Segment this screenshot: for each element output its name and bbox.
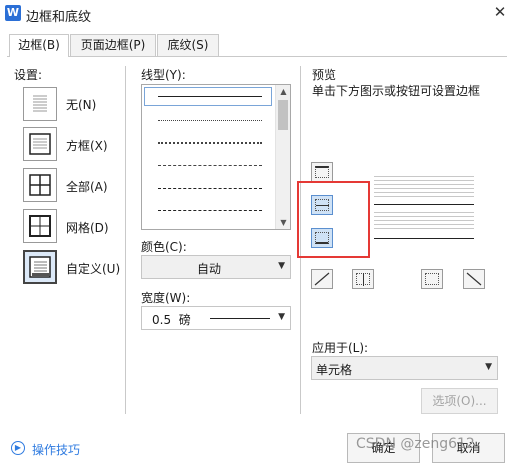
preview-text-line — [374, 192, 474, 193]
preview-text-line — [374, 188, 474, 189]
setting-custom-icon — [29, 256, 51, 278]
setting-none-button[interactable] — [23, 87, 57, 121]
setting-box-label: 方框(X) — [66, 139, 108, 153]
border-left-button[interactable] — [352, 269, 374, 289]
line-style-scrollbar[interactable]: ▲ ▼ — [275, 85, 290, 229]
scroll-up-icon[interactable]: ▲ — [276, 87, 290, 96]
preview-text-line — [374, 180, 474, 181]
preview-text-line — [374, 196, 474, 197]
window-title: 边框和底纹 — [26, 10, 92, 25]
preview-text-line — [374, 184, 474, 185]
line-style-solid[interactable] — [158, 96, 262, 97]
preview-border-line — [374, 204, 474, 205]
play-icon[interactable]: ▶ — [11, 441, 25, 455]
line-style-label: 线型(Y): — [141, 68, 186, 82]
setting-box-button[interactable] — [23, 127, 57, 161]
preview-text-line — [374, 212, 474, 213]
setting-none-icon — [33, 95, 47, 112]
scroll-down-icon[interactable]: ▼ — [276, 218, 290, 227]
chevron-down-icon: ▼ — [278, 312, 285, 322]
width-dropdown[interactable]: 0.5 磅 ▼ — [141, 306, 291, 330]
apply-to-value: 单元格 — [316, 363, 353, 377]
close-icon[interactable]: ✕ — [490, 2, 510, 22]
scroll-thumb[interactable] — [278, 100, 288, 130]
setting-grid-icon — [29, 215, 51, 237]
preview-text-line — [374, 228, 474, 229]
border-top-icon — [315, 166, 329, 178]
diagonal-down-icon — [466, 272, 482, 286]
apply-to-dropdown[interactable]: 单元格 ▼ — [311, 356, 498, 380]
border-top-button[interactable] — [311, 162, 333, 182]
diagonal-up-icon — [314, 272, 330, 286]
color-label: 颜色(C): — [141, 240, 187, 254]
chevron-down-icon: ▼ — [278, 261, 285, 271]
setting-custom-label: 自定义(U) — [66, 262, 121, 276]
tab-label: 底纹(S) — [167, 38, 209, 52]
border-diagonal-up-button[interactable] — [311, 269, 333, 289]
border-right-icon — [425, 273, 439, 285]
options-button[interactable]: 选项(O)... — [421, 388, 498, 414]
tab-borders[interactable]: 边框(B) — [9, 34, 69, 57]
border-inside-vertical-mark — [363, 273, 364, 286]
border-right-button[interactable] — [421, 269, 443, 289]
preview-label: 预览 — [312, 68, 337, 82]
color-value: 自动 — [196, 262, 221, 276]
line-style-dotted[interactable] — [158, 142, 262, 144]
tab-label: 页面边框(P) — [80, 38, 146, 52]
setting-all-label: 全部(A) — [66, 180, 108, 194]
setting-all-icon — [29, 174, 51, 196]
settings-label: 设置: — [14, 68, 43, 82]
line-style-dash-dot[interactable] — [158, 210, 262, 211]
preview-area[interactable] — [374, 172, 474, 244]
line-style-dashed[interactable] — [158, 188, 262, 189]
color-dropdown[interactable]: 自动 ▼ — [141, 255, 291, 279]
preview-text-line — [374, 176, 474, 177]
watermark: CSDN @zeng612 — [356, 436, 475, 452]
apply-to-label: 应用于(L): — [312, 341, 369, 355]
setting-grid-label: 网格(D) — [66, 221, 109, 235]
width-label: 宽度(W): — [141, 291, 191, 305]
border-diagonal-down-button[interactable] — [463, 269, 485, 289]
preview-hint: 单击下方图示或按钮可设置边框 — [312, 84, 481, 98]
width-line-sample — [210, 318, 270, 319]
wps-writer-icon: W — [5, 5, 21, 21]
width-value: 0.5 磅 — [152, 313, 191, 327]
setting-custom-button[interactable] — [23, 250, 57, 284]
preview-text-line — [374, 216, 474, 217]
tab-shading[interactable]: 底纹(S) — [157, 34, 219, 56]
setting-box-icon — [29, 133, 51, 155]
preview-text-line — [374, 224, 474, 225]
line-style-dashed-short[interactable] — [158, 165, 262, 166]
line-style-list[interactable]: ▲ ▼ — [141, 84, 291, 230]
chevron-down-icon: ▼ — [485, 362, 492, 372]
setting-grid-button[interactable] — [23, 209, 57, 243]
tips-link[interactable]: 操作技巧 — [32, 441, 80, 458]
preview-text-line — [374, 220, 474, 221]
preview-border-line — [374, 238, 474, 239]
setting-all-button[interactable] — [23, 168, 57, 202]
setting-none-label: 无(N) — [66, 98, 97, 112]
tab-label: 边框(B) — [18, 38, 60, 52]
line-style-dotted-fine[interactable] — [158, 120, 262, 121]
tab-page-borders[interactable]: 页面边框(P) — [70, 34, 156, 56]
highlight-box — [297, 181, 370, 258]
divider — [125, 66, 126, 414]
